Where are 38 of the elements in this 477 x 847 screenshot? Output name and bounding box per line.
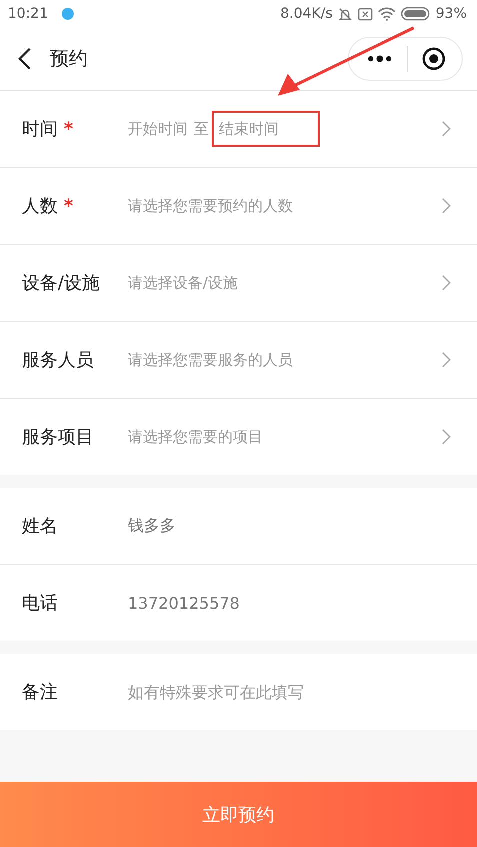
- bell-muted-icon: [338, 6, 353, 22]
- field-label: 服务项目: [22, 426, 94, 449]
- range-separator: 至: [194, 120, 209, 138]
- field-label: 人数: [22, 195, 58, 218]
- input-field[interactable]: 钱多多: [128, 516, 368, 536]
- picker-field[interactable]: 请选择设备/设施: [128, 274, 238, 292]
- status-time: 10:21: [8, 6, 48, 22]
- field-label: 服务人员: [22, 349, 94, 372]
- chevron-right-icon: [442, 275, 451, 291]
- input-field[interactable]: 如有特殊要求可在此填写: [128, 682, 368, 702]
- picker-field[interactable]: 请选择您需要预约的人数: [128, 196, 293, 216]
- required-mark: *: [64, 196, 74, 216]
- page-title: 预约: [50, 47, 88, 72]
- more-icon[interactable]: [367, 55, 393, 63]
- chevron-right-icon: [442, 352, 451, 368]
- field-label: 设备/设施: [22, 272, 100, 295]
- close-target-icon[interactable]: [422, 47, 446, 71]
- back-icon[interactable]: [18, 47, 32, 71]
- sim-icon: [358, 8, 373, 20]
- wifi-icon: [378, 7, 396, 21]
- network-speed: 8.04K/s: [280, 6, 333, 22]
- field-label: 电话: [22, 592, 58, 615]
- field-label: 姓名: [22, 515, 58, 538]
- chevron-right-icon: [442, 121, 451, 137]
- picker-field[interactable]: 请选择您需要服务的人员: [128, 350, 293, 370]
- input-field[interactable]: 13720125578: [128, 594, 368, 612]
- submit-button[interactable]: 立即预约: [0, 782, 477, 847]
- app-notification-icon: [61, 7, 76, 21]
- start-time-picker[interactable]: 开始时间: [128, 120, 188, 138]
- picker-field[interactable]: 请选择您需要的项目: [128, 428, 263, 446]
- battery-icon: [400, 7, 431, 21]
- chevron-right-icon: [442, 198, 451, 214]
- chevron-right-icon: [442, 429, 451, 445]
- field-label: 备注: [22, 681, 58, 704]
- required-mark: *: [64, 118, 74, 140]
- end-time-picker[interactable]: 结束时间: [219, 120, 279, 138]
- battery-percent: 93%: [436, 6, 467, 22]
- field-label: 时间: [22, 118, 58, 141]
